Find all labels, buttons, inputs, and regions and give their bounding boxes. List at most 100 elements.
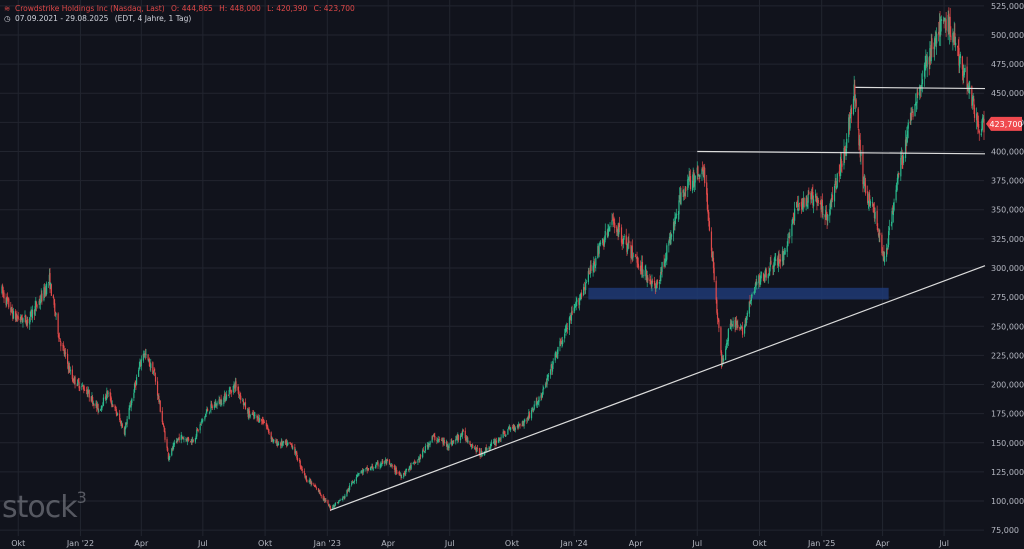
candle-body bbox=[301, 469, 303, 471]
candle-body bbox=[661, 261, 663, 272]
candle-body bbox=[708, 220, 711, 231]
candle-body bbox=[678, 200, 680, 215]
candle-body bbox=[590, 264, 592, 271]
candle-body bbox=[169, 455, 171, 458]
y-tick-label: 125,000 bbox=[991, 468, 1024, 477]
candle-body bbox=[161, 411, 163, 422]
candle-body bbox=[422, 450, 424, 458]
candle-body bbox=[732, 321, 734, 327]
y-tick-label: 300,000 bbox=[991, 264, 1024, 273]
candle-body bbox=[377, 462, 379, 467]
candle-body bbox=[67, 353, 69, 364]
candle-body bbox=[926, 55, 928, 67]
candle-body bbox=[131, 398, 133, 403]
candle-body bbox=[311, 482, 313, 485]
candle-body bbox=[238, 390, 240, 395]
candle-body bbox=[36, 305, 38, 307]
candle-body bbox=[796, 200, 798, 208]
candle-body bbox=[438, 439, 441, 440]
candle-body bbox=[635, 254, 637, 258]
y-tick-label: 150,000 bbox=[991, 439, 1024, 448]
candle-body bbox=[81, 386, 83, 387]
candle-body bbox=[384, 460, 386, 464]
candle-body bbox=[585, 282, 587, 291]
candle-body bbox=[41, 293, 43, 302]
candle-body bbox=[244, 402, 247, 410]
candle-body bbox=[410, 464, 412, 469]
candle-body bbox=[694, 175, 696, 183]
candle-body bbox=[784, 250, 786, 254]
candle-body bbox=[74, 376, 76, 385]
candle-body bbox=[879, 232, 881, 236]
open-value: 444,865 bbox=[181, 4, 213, 13]
candle-body bbox=[514, 427, 516, 430]
candle-body bbox=[580, 292, 583, 297]
candle-body bbox=[166, 439, 168, 448]
y-tick-label: 275,000 bbox=[991, 293, 1024, 302]
candle-body bbox=[549, 369, 552, 375]
high-value: 448,000 bbox=[229, 4, 261, 13]
candle-body bbox=[173, 442, 176, 445]
candle-body bbox=[363, 469, 365, 471]
open-label: O: bbox=[171, 4, 180, 13]
candle-body bbox=[914, 104, 916, 117]
candle-body bbox=[964, 67, 966, 73]
header-line-1: ≋ Crowdstrike Holdings Inc (Nasdaq, Last)… bbox=[4, 4, 355, 13]
candle-body bbox=[199, 424, 201, 431]
candle-body bbox=[358, 472, 360, 474]
candle-body bbox=[604, 231, 606, 240]
candle-body bbox=[121, 424, 123, 428]
candle-body bbox=[216, 402, 218, 406]
candle-body bbox=[542, 388, 544, 395]
candle-body bbox=[900, 157, 902, 177]
candle-body bbox=[386, 459, 389, 461]
candle-body bbox=[64, 352, 67, 354]
candle-body bbox=[60, 342, 62, 347]
candle-body bbox=[794, 208, 796, 221]
candle-body bbox=[623, 236, 625, 237]
candle-body bbox=[644, 270, 646, 277]
low-value: 420,390 bbox=[276, 4, 308, 13]
candle-body bbox=[543, 388, 545, 390]
candle-body bbox=[756, 281, 758, 285]
x-tick-label: Okt bbox=[752, 539, 766, 548]
candle-body bbox=[230, 390, 232, 394]
candle-body bbox=[833, 186, 836, 202]
candle-body bbox=[470, 446, 472, 447]
candle-body bbox=[486, 448, 488, 451]
candle-body bbox=[940, 19, 942, 21]
candle-body bbox=[138, 370, 140, 377]
candle-body bbox=[188, 438, 190, 441]
candle-body bbox=[282, 441, 284, 443]
x-tick-label: Okt bbox=[505, 539, 519, 548]
candle-body bbox=[658, 281, 660, 284]
candle-body bbox=[893, 202, 895, 211]
close-value: 423,700 bbox=[323, 4, 355, 13]
y-tick-label: 500,000 bbox=[991, 31, 1024, 40]
high-label: H: bbox=[219, 4, 228, 13]
candle-body bbox=[798, 203, 800, 204]
watermark-logo: stock3 bbox=[2, 488, 87, 525]
candle-body bbox=[263, 422, 266, 423]
price-chart[interactable]: 75,000 100,000 125,000 150,000 175,000 200,00… bbox=[0, 0, 1024, 549]
candle-body bbox=[112, 404, 114, 407]
candle-body bbox=[725, 344, 727, 350]
support-zone bbox=[588, 287, 889, 300]
candle-body bbox=[156, 381, 159, 396]
candle-body bbox=[12, 311, 15, 319]
candle-body bbox=[727, 329, 729, 342]
candle-body bbox=[869, 201, 871, 206]
candle-body bbox=[609, 226, 611, 227]
candle-body bbox=[306, 480, 308, 482]
candle-body bbox=[209, 411, 211, 413]
candle-body bbox=[46, 283, 48, 295]
candle-body bbox=[396, 472, 398, 474]
candle-body bbox=[145, 354, 147, 355]
y-tick-label: 225,000 bbox=[991, 351, 1024, 360]
candle-body bbox=[27, 319, 29, 324]
candle-body bbox=[289, 441, 291, 444]
x-tick-label: Apr bbox=[629, 539, 644, 548]
candle-body bbox=[491, 442, 493, 444]
candle-body bbox=[500, 437, 502, 439]
candle-body bbox=[637, 263, 640, 268]
